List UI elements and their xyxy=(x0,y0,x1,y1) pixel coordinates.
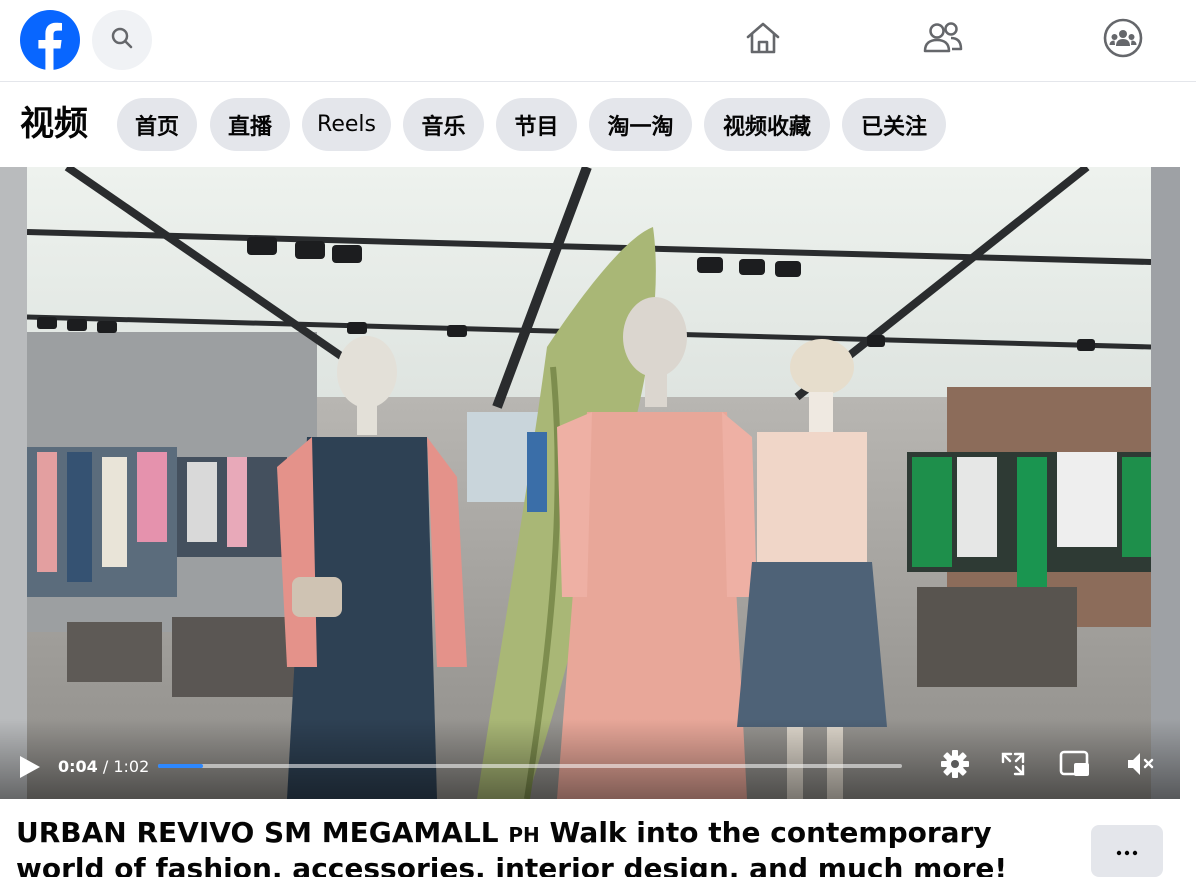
play-button[interactable] xyxy=(16,751,44,783)
tab-music[interactable]: 音乐 xyxy=(403,98,484,151)
tab-home[interactable]: 首页 xyxy=(117,98,197,151)
fullscreen-icon xyxy=(1000,751,1026,781)
muted-volume-icon xyxy=(1125,749,1157,783)
time-display: 0:04 / 1:02 xyxy=(58,755,149,779)
settings-gear-icon xyxy=(939,748,971,784)
mute-button[interactable] xyxy=(1124,749,1158,783)
more-dots-icon xyxy=(1115,842,1139,861)
video-player[interactable]: 0:04 / 1:02 xyxy=(0,167,1180,799)
search-icon xyxy=(110,26,134,54)
progress-fill xyxy=(158,764,204,768)
nav-home-button[interactable] xyxy=(739,16,787,64)
settings-button[interactable] xyxy=(938,749,972,783)
time-separator: / xyxy=(97,757,114,776)
current-time: 0:04 xyxy=(58,757,98,776)
tab-live[interactable]: 直播 xyxy=(210,98,290,151)
post-author[interactable]: URBAN REVIVO SM MEGAMALL xyxy=(16,816,499,849)
video-letterbox-left xyxy=(0,167,27,799)
progress-bar[interactable] xyxy=(158,764,902,768)
groups-icon xyxy=(1103,18,1143,62)
post-author-suffix: PH xyxy=(508,823,540,847)
top-navigation-bar xyxy=(0,0,1196,82)
facebook-logo-icon[interactable] xyxy=(20,10,80,70)
page-title: 视频 xyxy=(20,104,88,144)
fullscreen-button[interactable] xyxy=(996,749,1030,783)
tab-reels[interactable]: Reels xyxy=(302,98,391,151)
picture-in-picture-button[interactable] xyxy=(1058,749,1092,783)
post-caption: URBAN REVIVO SM MEGAMALL PH Walk into th… xyxy=(16,816,1076,877)
home-icon xyxy=(743,18,783,62)
friends-icon xyxy=(922,18,964,62)
video-category-bar: 视频 首页 直播 Reels 音乐 节目 淘一淘 视频收藏 已关注 xyxy=(0,82,1196,167)
more-options-button[interactable] xyxy=(1091,825,1163,877)
picture-in-picture-icon xyxy=(1059,749,1091,783)
tab-shows[interactable]: 节目 xyxy=(496,98,577,151)
video-letterbox-right xyxy=(1151,167,1180,799)
nav-friends-button[interactable] xyxy=(919,16,967,64)
play-icon xyxy=(16,756,44,787)
tab-explore[interactable]: 淘一淘 xyxy=(589,98,692,151)
tab-saved-videos[interactable]: 视频收藏 xyxy=(704,98,830,151)
tab-following[interactable]: 已关注 xyxy=(842,98,946,151)
duration: 1:02 xyxy=(113,757,150,776)
video-frame xyxy=(27,167,1151,799)
nav-groups-button[interactable] xyxy=(1099,16,1147,64)
search-button[interactable] xyxy=(92,10,152,70)
